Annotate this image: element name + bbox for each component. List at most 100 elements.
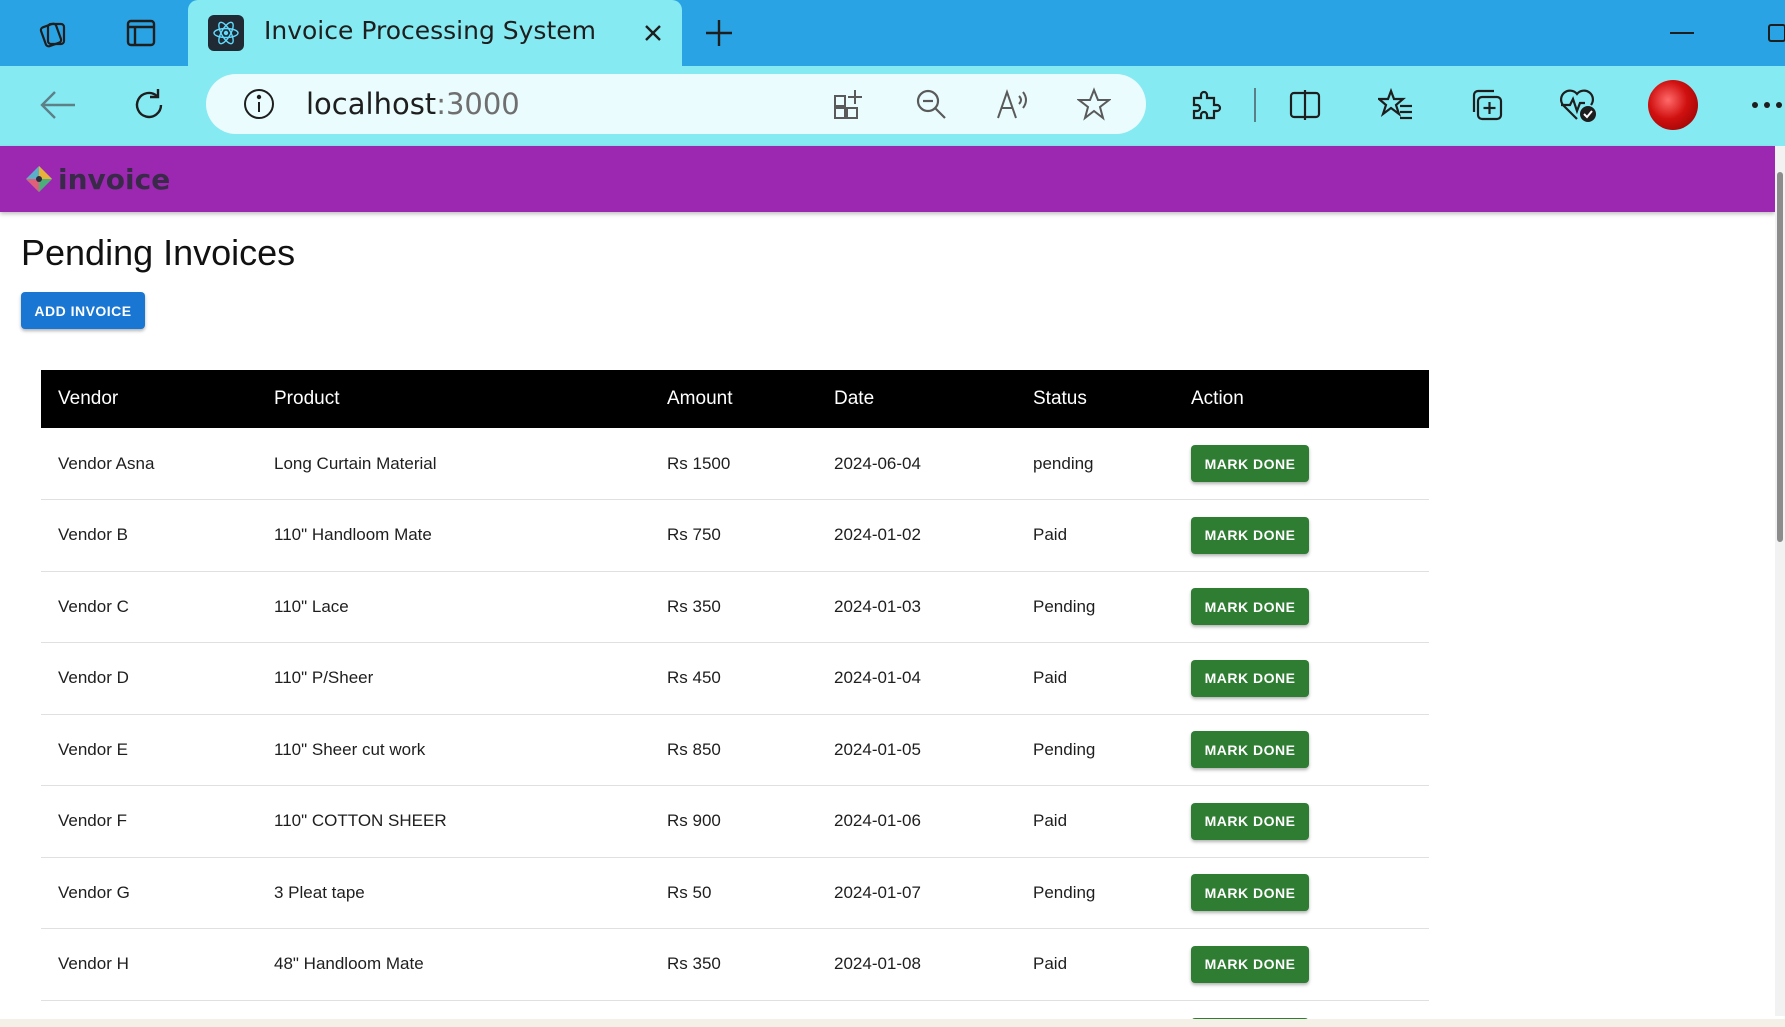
- cell-status: Paid: [1033, 954, 1068, 974]
- close-icon[interactable]: [638, 18, 668, 48]
- cell-vendor: Vendor F: [58, 811, 127, 831]
- cell-vendor: Vendor C: [58, 596, 129, 616]
- mark-done-button[interactable]: MARK DONE: [1191, 588, 1309, 626]
- cell-status: Paid: [1033, 811, 1068, 831]
- address-bar[interactable]: localhost:3000: [206, 74, 1146, 134]
- cell-product: 3 Pleat tape: [274, 882, 365, 902]
- page-title: Pending Invoices: [21, 232, 296, 273]
- more-icon[interactable]: [1742, 80, 1785, 130]
- cell-product: 110" Handloom Mate: [274, 525, 432, 545]
- info-icon[interactable]: [234, 79, 284, 129]
- cell-date: 2024-01-06: [834, 811, 921, 831]
- cell-action: MARK DONE: [1174, 857, 1429, 929]
- table-row: Vendor Asna Long Curtain Material Rs 150…: [41, 428, 1429, 500]
- cell-amount: Rs 900: [667, 811, 721, 831]
- mark-done-button[interactable]: MARK DONE: [1191, 802, 1309, 840]
- maximize-icon[interactable]: [1768, 24, 1785, 42]
- logo-diamond-icon: [26, 166, 52, 192]
- cell-status: Paid: [1033, 668, 1068, 688]
- cell-date: 2024-06-04: [834, 453, 921, 473]
- cell-vendor: Vendor H: [58, 954, 129, 974]
- cell-product: Long Curtain Material: [274, 453, 437, 473]
- address-text: localhost:3000: [306, 87, 520, 121]
- column-header-amount: Amount: [667, 388, 733, 409]
- cell-date: 2024-01-07: [834, 882, 921, 902]
- cell-action: MARK DONE: [1174, 786, 1429, 858]
- address-port: :3000: [436, 87, 520, 121]
- cell-vendor: Vendor B: [58, 525, 128, 545]
- workspaces-icon[interactable]: [28, 9, 78, 57]
- column-header-product: Product: [274, 388, 340, 409]
- window-bottom-edge: [0, 1019, 1785, 1027]
- column-header-date: Date: [834, 388, 875, 409]
- browser-tab-active[interactable]: Invoice Processing System: [188, 0, 682, 66]
- react-icon: [208, 15, 244, 51]
- back-arrow-icon[interactable]: [33, 80, 83, 130]
- mark-done-button[interactable]: MARK DONE: [1191, 874, 1309, 912]
- cell-vendor: Vendor E: [58, 739, 128, 759]
- cell-status: Pending: [1033, 882, 1096, 902]
- cell-product: 48" Handloom Mate: [274, 954, 424, 974]
- app-logo[interactable]: invoice: [24, 160, 170, 198]
- profile-avatar[interactable]: [1648, 80, 1698, 130]
- cell-vendor: Vendor D: [58, 668, 129, 688]
- refresh-icon[interactable]: [124, 80, 174, 130]
- column-header-action: Action: [1191, 388, 1244, 409]
- browser-essentials-icon[interactable]: [1553, 80, 1603, 130]
- column-header-vendor: Vendor: [58, 388, 119, 409]
- cell-date: 2024-01-05: [834, 739, 921, 759]
- mark-done-button[interactable]: MARK DONE: [1191, 731, 1309, 769]
- cell-vendor: Vendor G: [58, 882, 130, 902]
- address-host: localhost: [306, 87, 437, 121]
- add-invoice-button[interactable]: ADD INVOICE: [21, 292, 145, 329]
- extensions-icon[interactable]: [1180, 80, 1230, 130]
- cell-amount: Rs 350: [667, 954, 721, 974]
- table-row: Vendor E 110" Sheer cut work Rs 850 2024…: [41, 714, 1429, 786]
- table-row: Vendor G 3 Pleat tape Rs 50 2024-01-07 P…: [41, 857, 1429, 929]
- mark-done-button[interactable]: MARK DONE: [1191, 945, 1309, 983]
- tab-actions-icon[interactable]: [116, 9, 166, 57]
- cell-product: 110" Sheer cut work: [274, 739, 426, 759]
- cell-status: Paid: [1033, 525, 1068, 545]
- table-row: Vendor B 110" Handloom Mate Rs 750 2024-…: [41, 500, 1429, 571]
- page-scrollbar[interactable]: [1775, 146, 1785, 1016]
- scrollbar-thumb[interactable]: [1777, 172, 1783, 542]
- cell-product: 110" COTTON SHEER: [274, 811, 447, 831]
- mark-done-button[interactable]: MARK DONE: [1191, 445, 1309, 482]
- cell-action: MARK DONE: [1174, 929, 1429, 1001]
- browser-toolbar: localhost:3000: [0, 66, 1785, 146]
- toolbar-separator: [1254, 88, 1256, 122]
- plus-icon[interactable]: [700, 14, 738, 52]
- split-screen-icon[interactable]: [1280, 80, 1330, 130]
- cell-status: pending: [1033, 453, 1094, 473]
- cell-amount: Rs 850: [667, 739, 721, 759]
- app-grid-icon[interactable]: [824, 79, 874, 129]
- zoom-out-icon[interactable]: [906, 79, 956, 129]
- cell-amount: Rs 1500: [667, 453, 731, 473]
- cell-amount: Rs 350: [667, 596, 721, 616]
- mark-done-button[interactable]: MARK DONE: [1191, 516, 1309, 554]
- app-header: invoice: [0, 146, 1775, 212]
- minimize-icon[interactable]: [1670, 32, 1694, 34]
- favorites-icon[interactable]: [1371, 80, 1421, 130]
- invoice-table: Vendor Product Amount Date Status Action…: [41, 370, 1429, 1001]
- cell-date: 2024-01-04: [834, 668, 921, 688]
- collections-icon[interactable]: [1462, 80, 1512, 130]
- read-aloud-icon[interactable]: [988, 79, 1038, 129]
- tab-title: Invoice Processing System: [264, 16, 596, 45]
- cell-status: Pending: [1033, 596, 1096, 616]
- cell-amount: Rs 750: [667, 525, 721, 545]
- cell-action: MARK DONE: [1174, 571, 1429, 643]
- table-row: Vendor F 110" COTTON SHEER Rs 900 2024-0…: [41, 786, 1429, 858]
- cell-amount: Rs 450: [667, 668, 721, 688]
- logo-text: invoice: [58, 162, 171, 196]
- table-row: Vendor D 110" P/Sheer Rs 450 2024-01-04 …: [41, 643, 1429, 715]
- star-icon[interactable]: [1069, 79, 1119, 129]
- cell-action: MARK DONE: [1174, 643, 1429, 715]
- cell-date: 2024-01-08: [834, 954, 921, 974]
- cell-date: 2024-01-03: [834, 596, 921, 616]
- cell-vendor: Vendor Asna: [58, 453, 155, 473]
- cell-product: 110" P/Sheer: [274, 668, 374, 688]
- table-row: Vendor C 110" Lace Rs 350 2024-01-03 Pen…: [41, 571, 1429, 643]
- mark-done-button[interactable]: MARK DONE: [1191, 659, 1309, 697]
